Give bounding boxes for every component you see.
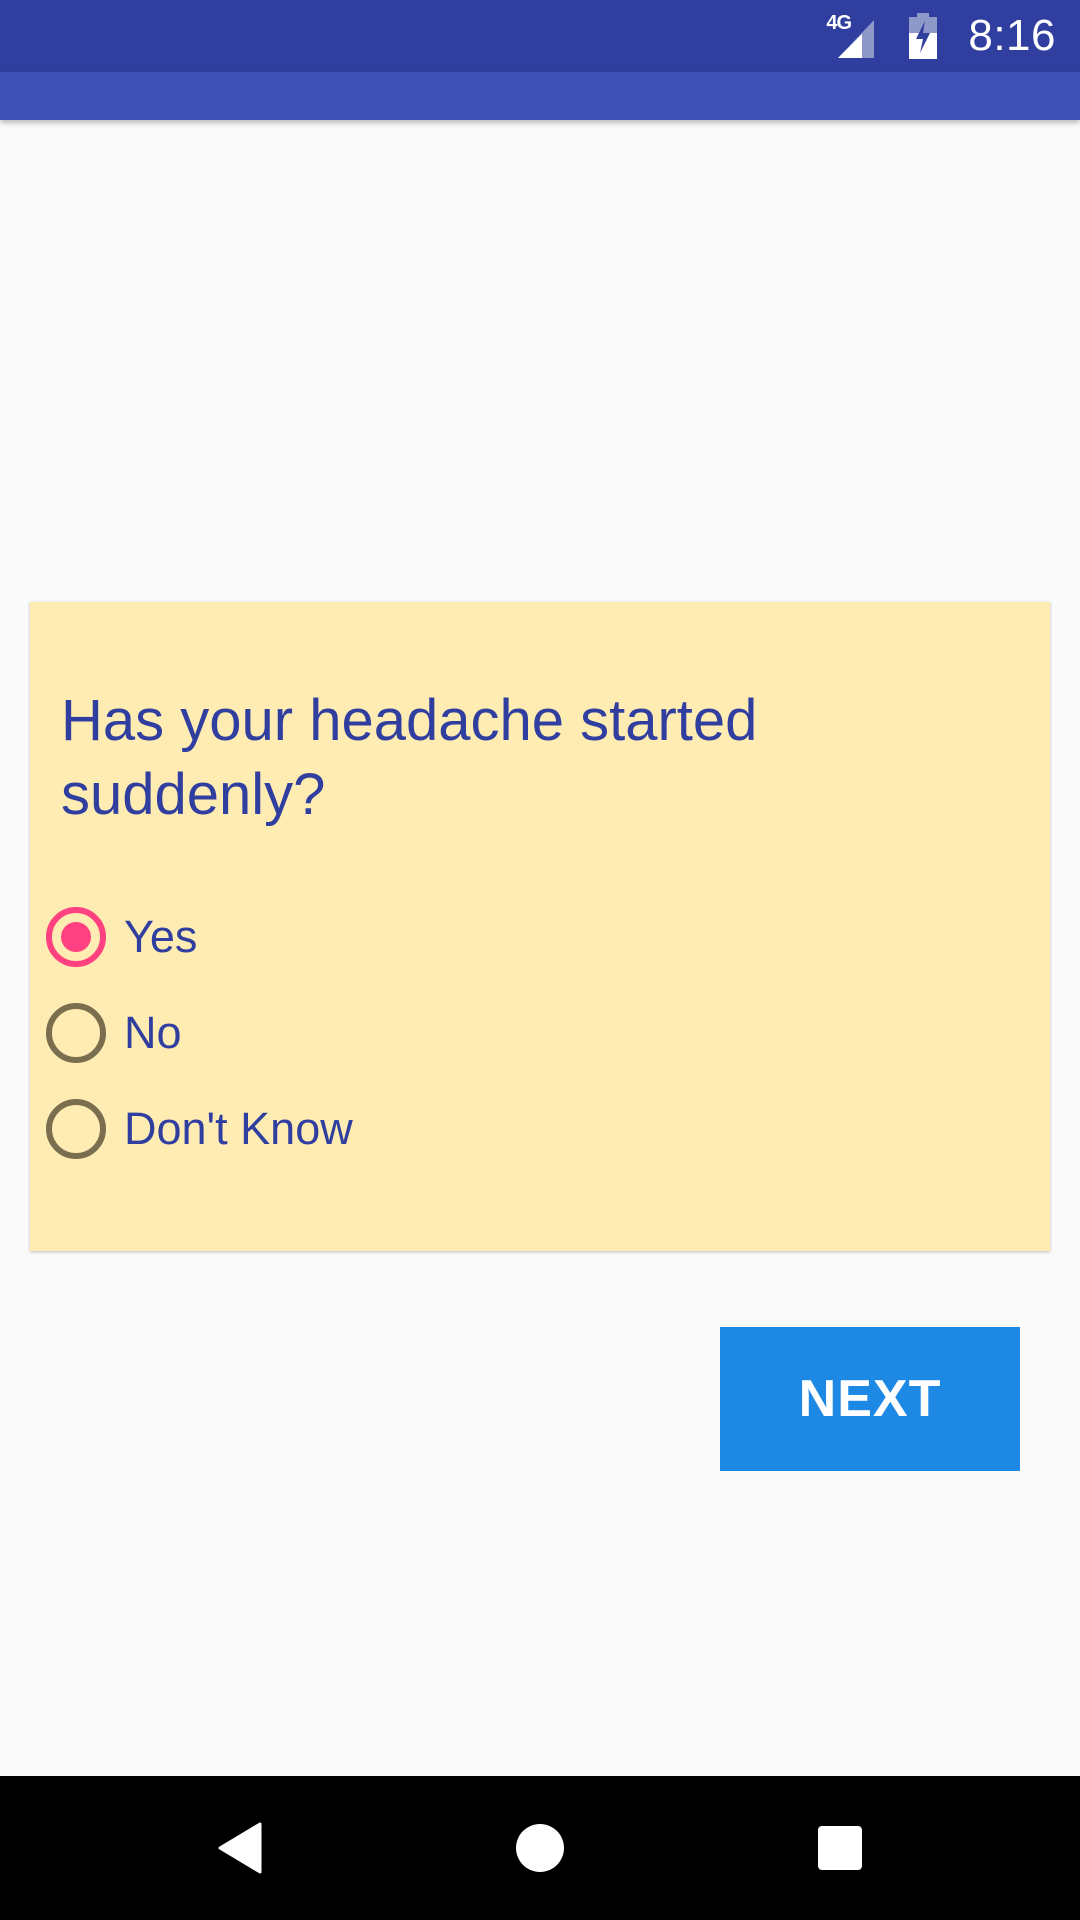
network-type-label: 4G [826, 12, 852, 34]
option-label: Don't Know [124, 1103, 353, 1154]
battery-charging-icon [908, 13, 938, 59]
status-bar: 4G 8:16 [0, 0, 1080, 72]
option-label: Yes [124, 911, 198, 962]
radio-selected-icon[interactable] [46, 907, 106, 967]
recents-square-icon[interactable] [768, 1776, 912, 1920]
back-triangle-icon[interactable] [168, 1776, 312, 1920]
question-card: Has your headache started suddenly? Yes … [30, 602, 1050, 1251]
app-bar [0, 72, 1080, 120]
radio-unselected-icon[interactable] [46, 1099, 106, 1159]
option-dont-know[interactable]: Don't Know [46, 1089, 353, 1169]
navigation-bar [0, 1776, 1080, 1920]
radio-unselected-icon[interactable] [46, 1003, 106, 1063]
next-button[interactable]: NEXT [720, 1327, 1020, 1471]
status-icons: 4G 8:16 [826, 0, 1056, 72]
home-circle-icon[interactable] [468, 1776, 612, 1920]
option-no[interactable]: No [46, 993, 182, 1073]
question-text: Has your headache started suddenly? [61, 688, 758, 827]
status-time: 8:16 [968, 11, 1056, 60]
option-yes[interactable]: Yes [46, 897, 197, 977]
option-label: No [124, 1007, 182, 1058]
signal-4g-icon: 4G [826, 12, 880, 58]
